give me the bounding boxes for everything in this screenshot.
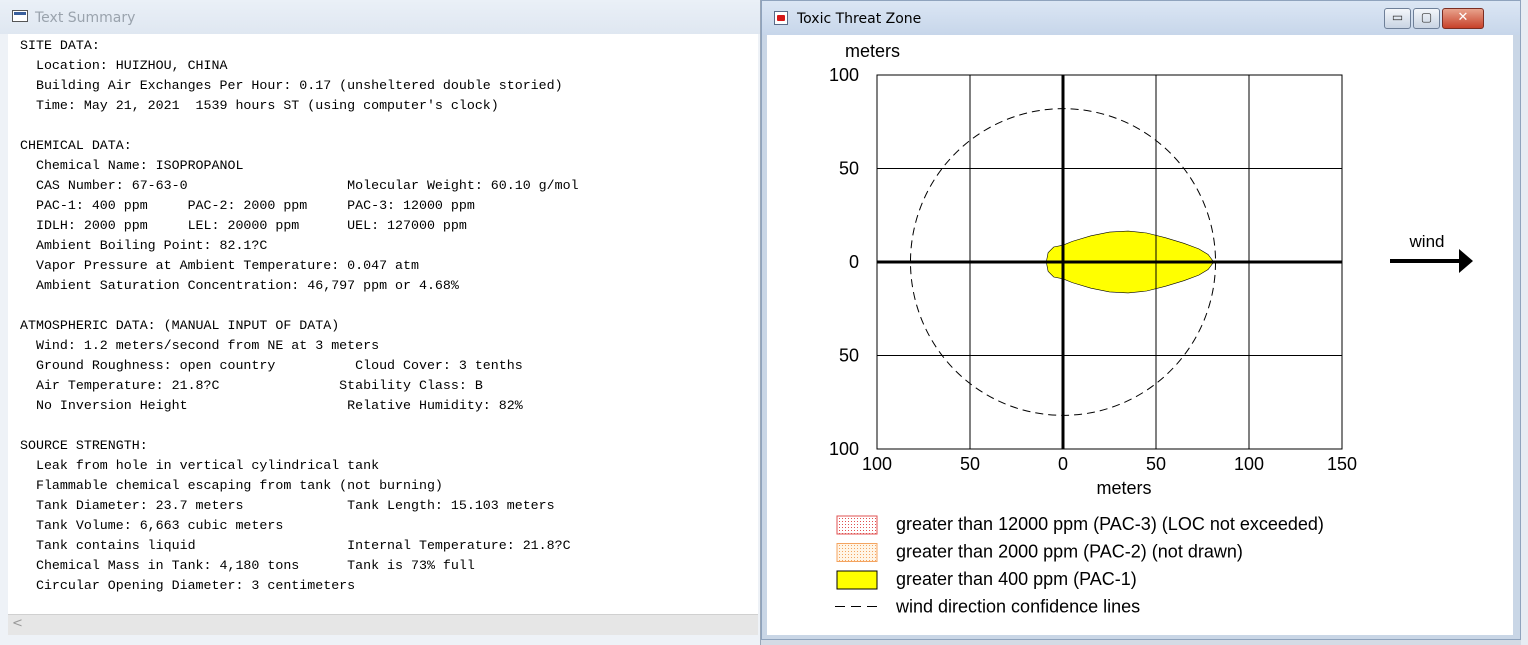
threat-zone-chart: 10050050100100 50 0 50 100 150metersmeterswin…	[829, 41, 1473, 617]
summary-line: Building Air Exchanges Per Hour: 0.17 (u…	[35, 78, 563, 93]
summary-line: Tank Volume: 6,663 cubic meters	[35, 518, 284, 533]
summary-line: CHEMICAL DATA:	[20, 138, 132, 153]
x-tick-label: 50	[960, 454, 980, 474]
summary-line: ATMOSPHERIC DATA: (MANUAL INPUT OF DATA)	[20, 318, 340, 333]
window-edge	[1521, 0, 1528, 645]
legend-swatch-pac1	[836, 570, 878, 590]
summary-line: Tank contains liquid Internal Temperatur…	[35, 538, 571, 553]
horizontal-scrollbar[interactable]: <	[8, 614, 758, 635]
text-summary-title: Text Summary	[35, 10, 136, 26]
summary-line: IDLH: 2000 ppm LEL: 20000 ppm UEL: 12700…	[35, 218, 467, 233]
summary-line: Vapor Pressure at Ambient Temperature: 0…	[35, 258, 419, 273]
legend-swatch-pac3	[836, 515, 878, 535]
close-button[interactable]: ✕	[1442, 8, 1484, 29]
maximize-button[interactable]: ▢	[1413, 8, 1440, 29]
x-axis-label: meters	[1096, 478, 1151, 498]
minimize-button[interactable]: ▭	[1384, 8, 1411, 29]
threat-window-icon	[774, 11, 788, 25]
summary-line: SOURCE STRENGTH:	[20, 438, 148, 453]
summary-line: PAC-1: 400 ppm PAC-2: 2000 ppm PAC-3: 12…	[35, 198, 475, 213]
summary-line: CAS Number: 67-63-0 Molecular Weight: 60…	[35, 178, 579, 193]
y-axis-label: meters	[845, 41, 900, 61]
maximize-icon: ▢	[1420, 10, 1433, 24]
minimize-icon: ▭	[1391, 10, 1404, 24]
y-tick-label: 100	[829, 439, 859, 459]
wind-arrow-icon	[1459, 249, 1473, 273]
toxic-threat-zone-window: Toxic Threat Zone ▭ ▢ ✕ 100 50 0 50 100 100 50…	[761, 0, 1521, 640]
x-tick-label: 0	[1058, 454, 1068, 474]
x-tick-label: 150	[1327, 454, 1357, 474]
x-tick-label: 50	[1146, 454, 1166, 474]
text-summary-content: SITE DATA: Location: HUIZHOU, CHINA Buil…	[8, 34, 758, 614]
summary-line: Circular Opening Diameter: 3 centimeters	[35, 578, 356, 593]
scroll-left-icon[interactable]: <	[12, 616, 23, 631]
summary-line: Wind: 1.2 meters/second from NE at 3 met…	[35, 338, 380, 353]
summary-line: Chemical Name: ISOPROPANOL	[35, 158, 244, 173]
summary-line: Ground Roughness: open country Cloud Cov…	[35, 358, 523, 373]
summary-line: Ambient Boiling Point: 82.1?C	[35, 238, 268, 253]
legend-label: greater than 400 ppm (PAC-1)	[896, 569, 1137, 589]
summary-line: Ambient Saturation Concentration: 46,797…	[35, 278, 459, 293]
legend-label: wind direction confidence lines	[895, 597, 1140, 617]
legend-swatch-pac2	[836, 543, 878, 562]
summary-line: Flammable chemical escaping from tank (n…	[35, 478, 443, 493]
y-tick-label: 100	[829, 65, 859, 85]
summary-line: Chemical Mass in Tank: 4,180 tons Tank i…	[35, 558, 475, 573]
x-tick-label: 100	[862, 454, 892, 474]
wind-label: wind	[1409, 232, 1445, 251]
summary-line: Time: May 21, 2021 1539 hours ST (using …	[35, 98, 499, 113]
summary-text: SITE DATA: Location: HUIZHOU, CHINA Buil…	[8, 34, 758, 596]
x-tick-label: 100	[1234, 454, 1264, 474]
threat-zone-plot-area: 100 50 0 50 100 100 50 0 50 100 150 meters meters win…	[767, 35, 1513, 635]
summary-line: Location: HUIZHOU, CHINA	[35, 58, 228, 73]
threat-zone-title: Toxic Threat Zone	[797, 11, 922, 27]
text-summary-title-bar[interactable]: Text Summary	[0, 0, 760, 34]
legend-label: greater than 12000 ppm (PAC-3) (LOC not …	[896, 514, 1324, 534]
summary-line: Tank Diameter: 23.7 meters Tank Length: …	[35, 498, 555, 513]
summary-line: Air Temperature: 21.8?C Stability Class:…	[35, 378, 483, 393]
y-tick-label: 50	[839, 159, 859, 179]
close-icon: ✕	[1457, 10, 1469, 25]
y-tick-label: 0	[849, 252, 859, 272]
text-summary-window: Text Summary SITE DATA: Location: HUIZHO…	[0, 0, 761, 645]
summary-line: No Inversion Height Relative Humidity: 8…	[35, 398, 523, 413]
legend-label: greater than 2000 ppm (PAC-2) (not drawn…	[896, 542, 1243, 562]
y-tick-label: 50	[839, 346, 859, 366]
summary-line: Leak from hole in vertical cylindrical t…	[35, 458, 380, 473]
text-window-icon	[12, 10, 28, 22]
summary-line: SITE DATA:	[20, 38, 100, 53]
threat-zone-title-bar[interactable]: Toxic Threat Zone ▭ ▢ ✕	[762, 1, 1520, 35]
